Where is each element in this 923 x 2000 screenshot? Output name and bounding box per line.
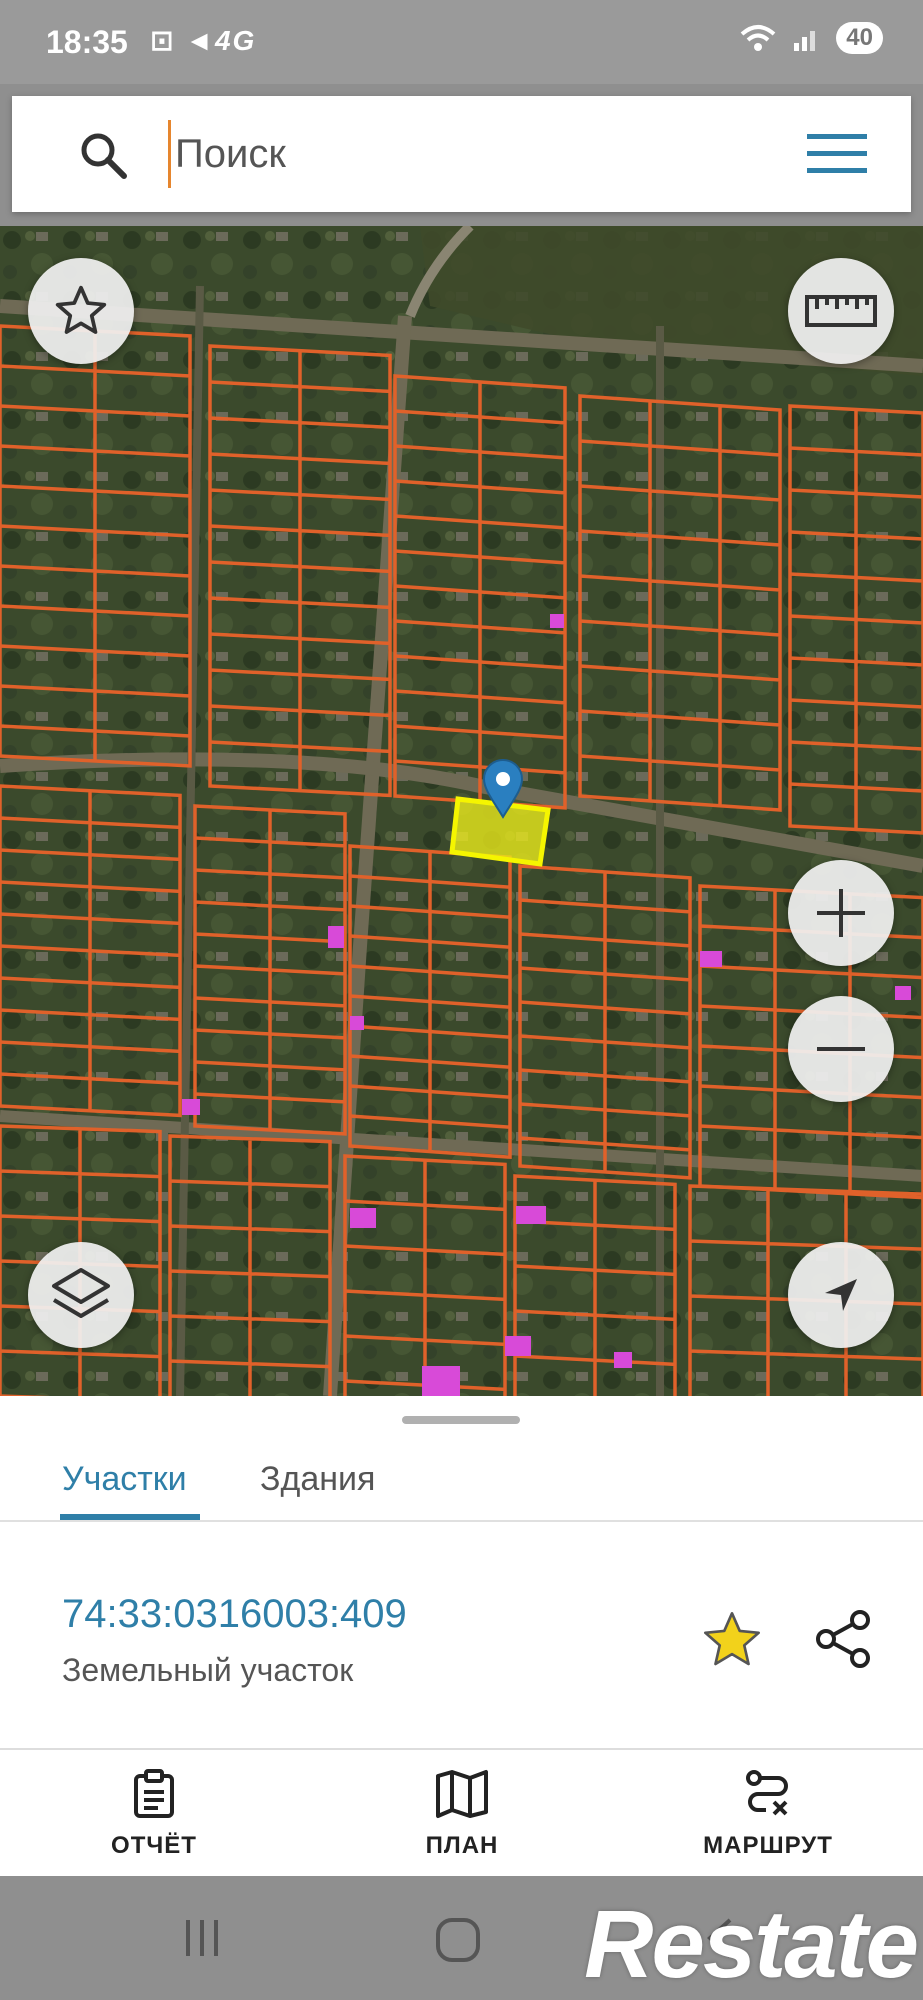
report-button[interactable]: ОТЧЁТ (54, 1768, 254, 1860)
bottom-sheet: Участки Здания 74:33:0316003:409 Земельн… (0, 1396, 923, 1876)
route-label: МАРШРУТ (703, 1832, 833, 1859)
navigation-arrow-icon (825, 1279, 857, 1311)
actions-divider (0, 1748, 923, 1750)
route-button[interactable]: МАРШРУТ (668, 1768, 868, 1860)
layers-button[interactable] (28, 1242, 134, 1348)
status-network-icons: ⊡ ◄4G (150, 25, 257, 56)
wifi-icon (740, 25, 776, 51)
zoom-out-button[interactable] (788, 996, 894, 1102)
plan-label: ПЛАН (425, 1832, 499, 1859)
tab-divider (0, 1520, 923, 1522)
report-icon (134, 1769, 174, 1818)
satellite-map[interactable] (0, 226, 923, 1396)
search-icon[interactable] (78, 130, 130, 182)
route-icon (746, 1770, 788, 1816)
tab-buildings[interactable]: Здания (260, 1460, 375, 1499)
recent-apps-icon[interactable] (180, 1916, 224, 1960)
search-input[interactable] (168, 120, 768, 188)
status-right: 40 (738, 22, 883, 54)
favorites-button[interactable] (28, 258, 134, 364)
report-label: ОТЧЁТ (111, 1832, 197, 1859)
zoom-out-icon (817, 1047, 865, 1051)
status-time: 18:35 (46, 24, 128, 60)
share-icon[interactable] (812, 1608, 874, 1670)
zoom-in-icon (817, 889, 865, 937)
zoom-in-button[interactable] (788, 860, 894, 966)
plan-button[interactable]: ПЛАН (362, 1768, 562, 1860)
battery-indicator: 40 (836, 22, 883, 54)
search-bar (12, 96, 911, 212)
ruler-icon (805, 295, 877, 327)
status-bar: 18:35 ⊡ ◄4G 40 (0, 0, 923, 84)
star-filled-icon[interactable] (700, 1608, 764, 1672)
parcel-type: Земельный участок (62, 1652, 354, 1688)
tab-parcels[interactable]: Участки (62, 1460, 187, 1499)
cadastral-number[interactable]: 74:33:0316003:409 (62, 1592, 407, 1637)
drag-handle[interactable] (402, 1416, 520, 1424)
watermark-logo: Restate (584, 1891, 919, 1998)
layers-icon (52, 1268, 110, 1318)
my-location-button[interactable] (788, 1242, 894, 1348)
menu-icon[interactable] (807, 130, 867, 178)
home-icon[interactable] (434, 1916, 482, 1964)
ruler-button[interactable] (788, 258, 894, 364)
star-outline-icon (55, 285, 107, 334)
map-icon (436, 1770, 488, 1818)
map-view[interactable] (0, 226, 923, 1396)
location-pin-icon[interactable] (482, 759, 524, 819)
signal-icon (794, 31, 816, 51)
